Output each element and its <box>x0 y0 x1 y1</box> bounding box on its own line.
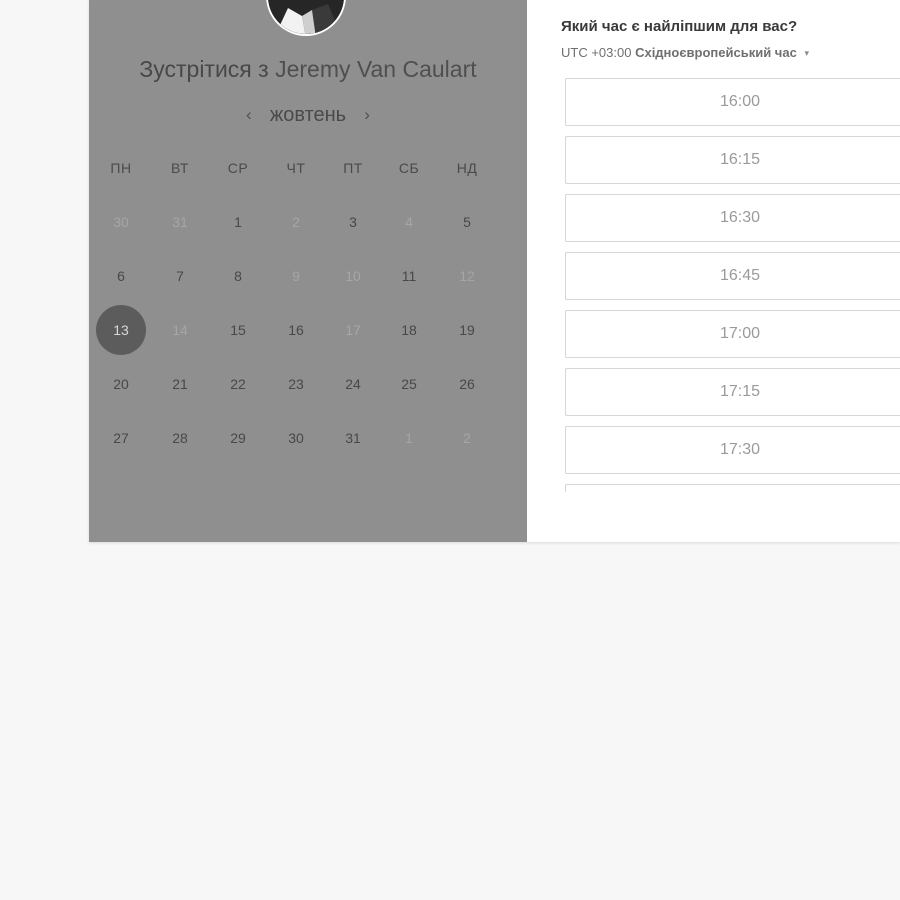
calendar-day[interactable]: 3 <box>328 197 378 247</box>
calendar-day[interactable]: 5 <box>442 197 492 247</box>
selected-day[interactable]: 13 <box>96 305 146 355</box>
time-slot[interactable]: 16:45 <box>565 252 900 300</box>
calendar-day: 12 <box>459 268 475 284</box>
time-slot[interactable]: 17:00 <box>565 310 900 358</box>
calendar-day: 2 <box>463 430 471 446</box>
time-slot[interactable]: 16:15 <box>565 136 900 184</box>
calendar-day[interactable]: 23 <box>271 359 321 409</box>
caret-down-icon: ▾ <box>804 48 809 58</box>
calendar-day: 14 <box>172 322 188 338</box>
calendar-day[interactable]: 15 <box>213 305 263 355</box>
calendar-day[interactable]: 20 <box>96 359 146 409</box>
calendar-day[interactable]: 21 <box>155 359 205 409</box>
calendar-day: 30 <box>113 214 129 230</box>
calendar-day[interactable]: 11 <box>384 251 434 301</box>
calendar-day[interactable]: 24 <box>328 359 378 409</box>
day-grid: 30 31 1 2 3 4 5 6 7 8 9 10 11 12 13 14 15 16 17 18 19 20 21 22 2… <box>89 0 527 542</box>
calendar-day[interactable]: 27 <box>96 413 146 463</box>
time-slot[interactable]: 16:00 <box>565 78 900 126</box>
calendar-day: 31 <box>172 214 188 230</box>
time-slot-list[interactable]: 16:00 16:15 16:30 16:45 17:00 17:15 17:30 <box>527 70 900 492</box>
calendar-day[interactable]: 29 <box>213 413 263 463</box>
calendar-day[interactable]: 7 <box>155 251 205 301</box>
timezone-name: Східноєвропейський час <box>635 45 797 60</box>
calendar-day[interactable]: 18 <box>384 305 434 355</box>
calendar-day[interactable]: 8 <box>213 251 263 301</box>
time-slot[interactable] <box>565 484 900 492</box>
calendar-day[interactable]: 28 <box>155 413 205 463</box>
calendar-day[interactable]: 30 <box>271 413 321 463</box>
time-slot[interactable]: 17:15 <box>565 368 900 416</box>
calendar-day[interactable]: 1 <box>213 197 263 247</box>
timezone-offset: UTC +03:00 <box>561 45 632 60</box>
time-slot[interactable]: 17:30 <box>565 426 900 474</box>
calendar-day[interactable]: 22 <box>213 359 263 409</box>
calendar-day: 9 <box>292 268 300 284</box>
booking-card: Зустрітися з Jeremy Van Caulart ‹ жовтен… <box>89 0 900 542</box>
calendar-day[interactable]: 26 <box>442 359 492 409</box>
calendar-day: 10 <box>345 268 361 284</box>
calendar-day: 1 <box>405 430 413 446</box>
calendar-day: 4 <box>405 214 413 230</box>
calendar-day: 2 <box>292 214 300 230</box>
time-question: Який час є найліпшим для вас? <box>561 18 798 35</box>
time-slot[interactable]: 16:30 <box>565 194 900 242</box>
calendar-panel: Зустрітися з Jeremy Van Caulart ‹ жовтен… <box>89 0 527 542</box>
calendar-day[interactable]: 6 <box>96 251 146 301</box>
calendar-day[interactable]: 25 <box>384 359 434 409</box>
time-panel: Який час є найліпшим для вас? UTC +03:00… <box>527 0 900 542</box>
calendar-day[interactable]: 16 <box>271 305 321 355</box>
calendar-day: 17 <box>345 322 361 338</box>
calendar-day[interactable]: 19 <box>442 305 492 355</box>
calendar-day[interactable]: 31 <box>328 413 378 463</box>
timezone-selector[interactable]: UTC +03:00 Східноєвропейський час ▾ <box>561 45 809 60</box>
